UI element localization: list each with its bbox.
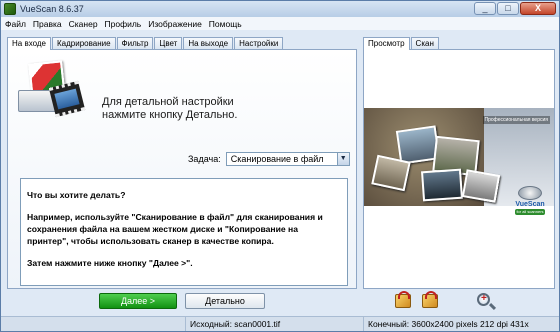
rotate-left-button[interactable] <box>392 291 414 311</box>
help-question: Что вы хотите делать? <box>27 190 126 200</box>
task-select-value: Сканирование в файл <box>230 154 324 164</box>
next-button[interactable]: Далее > <box>99 293 177 309</box>
logo-word: VueScan <box>515 201 545 208</box>
tab-output[interactable]: На выходе <box>183 37 234 49</box>
tab-color[interactable]: Цвет <box>154 37 183 49</box>
minimize-button[interactable]: _ <box>474 2 496 15</box>
film-strip-icon <box>48 80 86 118</box>
task-label: Задача: <box>188 154 221 164</box>
settings-panel: На входе Кадрирование Фильтр Цвет На вых… <box>7 37 357 289</box>
tab-preview[interactable]: Просмотр <box>363 37 410 50</box>
help-paragraph: Например, используйте "Сканирование в фа… <box>27 212 323 246</box>
help-text-box: Что вы хотите делать? Например, использу… <box>20 178 348 286</box>
banner-photo <box>461 169 501 203</box>
settings-tabs: На входе Кадрирование Фильтр Цвет На вых… <box>7 37 284 50</box>
menu-file[interactable]: Файл <box>5 19 26 29</box>
tab-scan[interactable]: Скан <box>410 37 439 49</box>
rotate-right-icon <box>422 291 438 308</box>
status-source: Исходный: scan0001.tif <box>185 317 363 331</box>
tab-input[interactable]: На входе <box>7 37 51 50</box>
menu-edit[interactable]: Правка <box>33 19 62 29</box>
chevron-down-icon[interactable]: ▼ <box>336 153 349 165</box>
detail-hint: Для детальной настройки нажмите кнопку Д… <box>102 96 352 122</box>
close-button[interactable]: X <box>520 2 556 15</box>
tab-settings[interactable]: Настройки <box>234 37 284 49</box>
status-bar: Исходный: scan0001.tif Конечный: 3600x24… <box>1 316 559 331</box>
banner-text: Профессиональная версия <box>482 116 550 124</box>
tab-crop[interactable]: Кадрирование <box>52 37 116 49</box>
window-title: VueScan 8.6.37 <box>20 4 84 14</box>
task-row: Задача: Сканирование в файл ▼ <box>188 152 350 166</box>
menu-profile[interactable]: Профиль <box>105 19 142 29</box>
input-tab-body: Для детальной настройки нажмите кнопку Д… <box>7 49 357 289</box>
zoom-in-icon <box>477 293 490 306</box>
hint-line-2: нажмите кнопку Детально. <box>102 109 238 121</box>
title-bar: VueScan 8.6.37 _ □ X <box>1 1 559 17</box>
rotate-left-icon <box>395 291 411 308</box>
task-select[interactable]: Сканирование в файл ▼ <box>225 152 350 166</box>
logo-ribbon: for all scanners <box>515 209 545 215</box>
maximize-button[interactable]: □ <box>497 2 519 15</box>
vuescan-logo: VueScan for all scanners <box>512 186 548 220</box>
action-bar: Далее > Детально <box>1 291 559 315</box>
menu-bar: Файл Правка Сканер Профиль Изображение П… <box>1 17 559 30</box>
preview-tabs: Просмотр Скан <box>363 37 440 50</box>
vuescan-window: VueScan 8.6.37 _ □ X Файл Правка Сканер … <box>0 0 560 332</box>
rotate-right-button[interactable] <box>419 291 441 311</box>
tab-filter[interactable]: Фильтр <box>116 37 154 49</box>
app-icon <box>4 3 16 15</box>
hint-line-1: Для детальной настройки <box>102 96 234 108</box>
status-target: Конечный: 3600x2400 pixels 212 dpi 431x <box>363 317 559 331</box>
logo-disc <box>518 186 542 200</box>
menu-scanner[interactable]: Сканер <box>69 19 98 29</box>
menu-image[interactable]: Изображение <box>148 19 202 29</box>
preview-panel: Просмотр Скан Профессиональная версия Vu… <box>363 37 555 289</box>
banner-photo <box>371 154 411 192</box>
preview-area: Профессиональная версия VueScan for all … <box>363 49 555 289</box>
menu-help[interactable]: Помощь <box>209 19 242 29</box>
detail-button[interactable]: Детально <box>185 293 265 309</box>
zoom-in-button[interactable] <box>475 291 497 311</box>
window-controls: _ □ X <box>474 2 556 15</box>
help-next-step: Затем нажмите ниже кнопку "Далее >". <box>27 258 193 268</box>
scanner-illustration <box>16 60 86 120</box>
banner-photo <box>421 168 463 202</box>
